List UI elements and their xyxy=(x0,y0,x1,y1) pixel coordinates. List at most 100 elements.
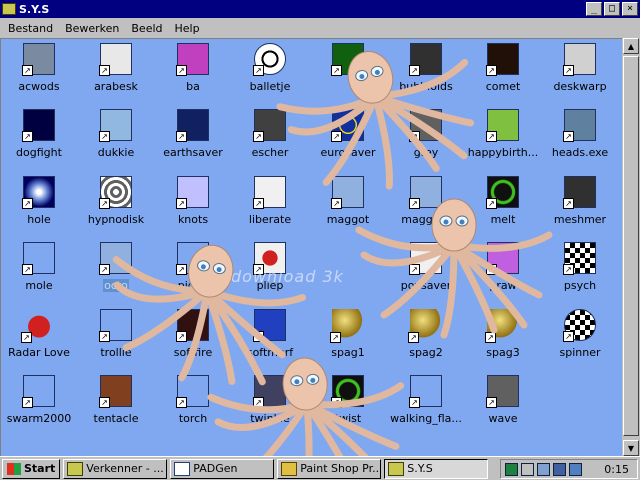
file-item[interactable]: ↗ torch xyxy=(155,371,231,435)
clock[interactable]: 0:15 xyxy=(604,463,629,476)
scheduler-icon[interactable] xyxy=(537,462,550,476)
file-item[interactable]: ↗ comet xyxy=(465,39,541,103)
checker-round-icon: ↗ xyxy=(563,309,596,342)
shortcut-arrow-icon: ↗ xyxy=(99,264,110,275)
menu-bar: Bestand Bewerken Beeld Help xyxy=(0,18,640,38)
file-item[interactable]: ↗ grey xyxy=(388,105,464,169)
file-item[interactable]: ↗ balletje xyxy=(232,39,308,103)
file-item[interactable]: ↗ tentacle xyxy=(78,371,154,435)
menu-bewerken[interactable]: Bewerken xyxy=(59,22,125,35)
shortcut-arrow-icon: ↗ xyxy=(22,131,33,142)
menu-help[interactable]: Help xyxy=(169,22,206,35)
file-item[interactable]: ↗ hole xyxy=(1,172,77,236)
file-label: knots xyxy=(177,213,209,226)
task-paintshop[interactable]: Paint Shop Pr... xyxy=(277,458,382,479)
file-item[interactable]: ↗ xyxy=(310,39,386,103)
heads-icon: ↗ xyxy=(563,109,596,142)
file-item[interactable]: ↗ knots xyxy=(155,172,231,236)
file-item[interactable]: ↗ twinkle xyxy=(232,371,308,435)
file-item[interactable]: ↗ heads.exe xyxy=(542,105,618,169)
network-icon[interactable] xyxy=(505,462,518,476)
file-view[interactable]: ↗ acwods ↗ arabesk ↗ ba ↗ balletje ↗ ↗ bubbloids ↗ c… xyxy=(0,38,622,456)
shortcut-arrow-icon: ↗ xyxy=(99,397,110,408)
shortcut-arrow-icon: ↗ xyxy=(485,332,496,343)
file-item[interactable]: ↗ softmorf xyxy=(232,305,308,369)
file-label: heads.exe xyxy=(551,146,609,159)
maggot-icon: ↗ xyxy=(409,176,442,209)
file-item[interactable]: ↗ melt xyxy=(465,172,541,236)
menu-beeld[interactable]: Beeld xyxy=(125,22,168,35)
file-label: maggot xyxy=(326,213,370,226)
task-verkenner[interactable]: Verkenner - ... xyxy=(63,458,168,479)
file-item[interactable]: ↗ acwods xyxy=(1,39,77,103)
knot-icon: ↗ xyxy=(176,176,209,209)
file-item[interactable]: ↗ earthsaver xyxy=(155,105,231,169)
escher-face-icon: ↗ xyxy=(253,109,286,142)
file-item[interactable]: ↗ twist xyxy=(310,371,386,435)
shortcut-arrow-icon: ↗ xyxy=(563,331,574,342)
file-item[interactable]: ↗ spag2 xyxy=(388,305,464,369)
menu-bestand[interactable]: Bestand xyxy=(2,22,59,35)
file-item[interactable]: ↗ deskwarp xyxy=(542,39,618,103)
file-item[interactable]: ↗ eurosaver xyxy=(310,105,386,169)
file-item[interactable]: ↗ povsaver xyxy=(388,238,464,302)
file-label: softmorf xyxy=(246,346,294,359)
spiral-icon: ↗ xyxy=(99,176,132,209)
file-item[interactable]: ↗ bubbloids xyxy=(388,39,464,103)
file-label: maggot2 xyxy=(401,213,451,226)
file-item[interactable]: ↗ meshmer xyxy=(542,172,618,236)
shortcut-arrow-icon: ↗ xyxy=(253,65,264,76)
file-item[interactable]: ↗ trollie xyxy=(78,305,154,369)
file-label: piggy xyxy=(177,279,209,292)
file-item[interactable]: ↗ liberate xyxy=(232,172,308,236)
file-item[interactable]: ↗ spinner xyxy=(542,305,618,369)
file-item[interactable]: ↗ escher xyxy=(232,105,308,169)
file-item[interactable]: ↗ ba xyxy=(155,39,231,103)
title-bar[interactable]: S.Y.S _ □ × xyxy=(0,0,640,18)
file-item[interactable]: ↗ praw xyxy=(465,238,541,302)
file-item[interactable]: ↗ mole xyxy=(1,238,77,302)
file-item[interactable]: ↗ wave xyxy=(465,371,541,435)
scroll-down-button[interactable]: ▼ xyxy=(623,440,639,456)
file-item[interactable]: ↗ maggot2 xyxy=(388,172,464,236)
display-icon[interactable] xyxy=(553,462,566,476)
file-label: swarm2000 xyxy=(6,412,72,425)
task-sys[interactable]: S.Y.S xyxy=(384,458,489,479)
file-item[interactable]: ↗ softfire xyxy=(155,305,231,369)
monitor-icon[interactable] xyxy=(569,462,582,476)
file-label: softfire xyxy=(173,346,213,359)
duck-icon: ↗ xyxy=(99,109,132,142)
file-item[interactable]: ↗ psych xyxy=(542,238,618,302)
file-item[interactable]: ↗ hypnodisk xyxy=(78,172,154,236)
file-label: balletje xyxy=(249,80,291,93)
file-item[interactable]: ↗ octo xyxy=(78,238,154,302)
volume-icon[interactable] xyxy=(521,462,534,476)
file-label: dukkie xyxy=(97,146,135,159)
file-item[interactable]: ↗ maggot xyxy=(310,172,386,236)
start-button[interactable]: Start xyxy=(2,458,61,479)
close-button[interactable]: × xyxy=(622,2,638,16)
file-item[interactable]: ↗ spag3 xyxy=(465,305,541,369)
shortcut-arrow-icon: ↗ xyxy=(22,264,33,275)
file-item[interactable]: ↗ Radar Love xyxy=(1,305,77,369)
task-label: Paint Shop Pr... xyxy=(300,462,382,475)
scroll-up-button[interactable]: ▲ xyxy=(623,38,639,54)
file-item[interactable]: ↗ spag1 xyxy=(310,305,386,369)
file-item[interactable]: ↗ dukkie xyxy=(78,105,154,169)
vertical-scrollbar[interactable]: ▲ ▼ xyxy=(622,38,640,456)
file-item[interactable]: ↗ arabesk xyxy=(78,39,154,103)
file-item[interactable]: ↗ piggy xyxy=(155,238,231,302)
file-item[interactable]: ↗ swarm2000 xyxy=(1,371,77,435)
scroll-thumb[interactable] xyxy=(623,56,639,436)
file-label: deskwarp xyxy=(553,80,607,93)
shortcut-arrow-icon: ↗ xyxy=(99,331,110,342)
file-item[interactable]: ↗ walking_fla... xyxy=(388,371,464,435)
file-item[interactable]: ↗ happybirth... xyxy=(465,105,541,169)
file-label: trollie xyxy=(100,346,132,359)
flame-icon: ↗ xyxy=(409,375,442,408)
file-item[interactable]: ↗ dogfight xyxy=(1,105,77,169)
task-padgen[interactable]: PADGen xyxy=(170,458,275,479)
shortcut-arrow-icon: ↗ xyxy=(563,198,574,209)
minimize-button[interactable]: _ xyxy=(586,2,602,16)
maximize-button[interactable]: □ xyxy=(604,2,620,16)
